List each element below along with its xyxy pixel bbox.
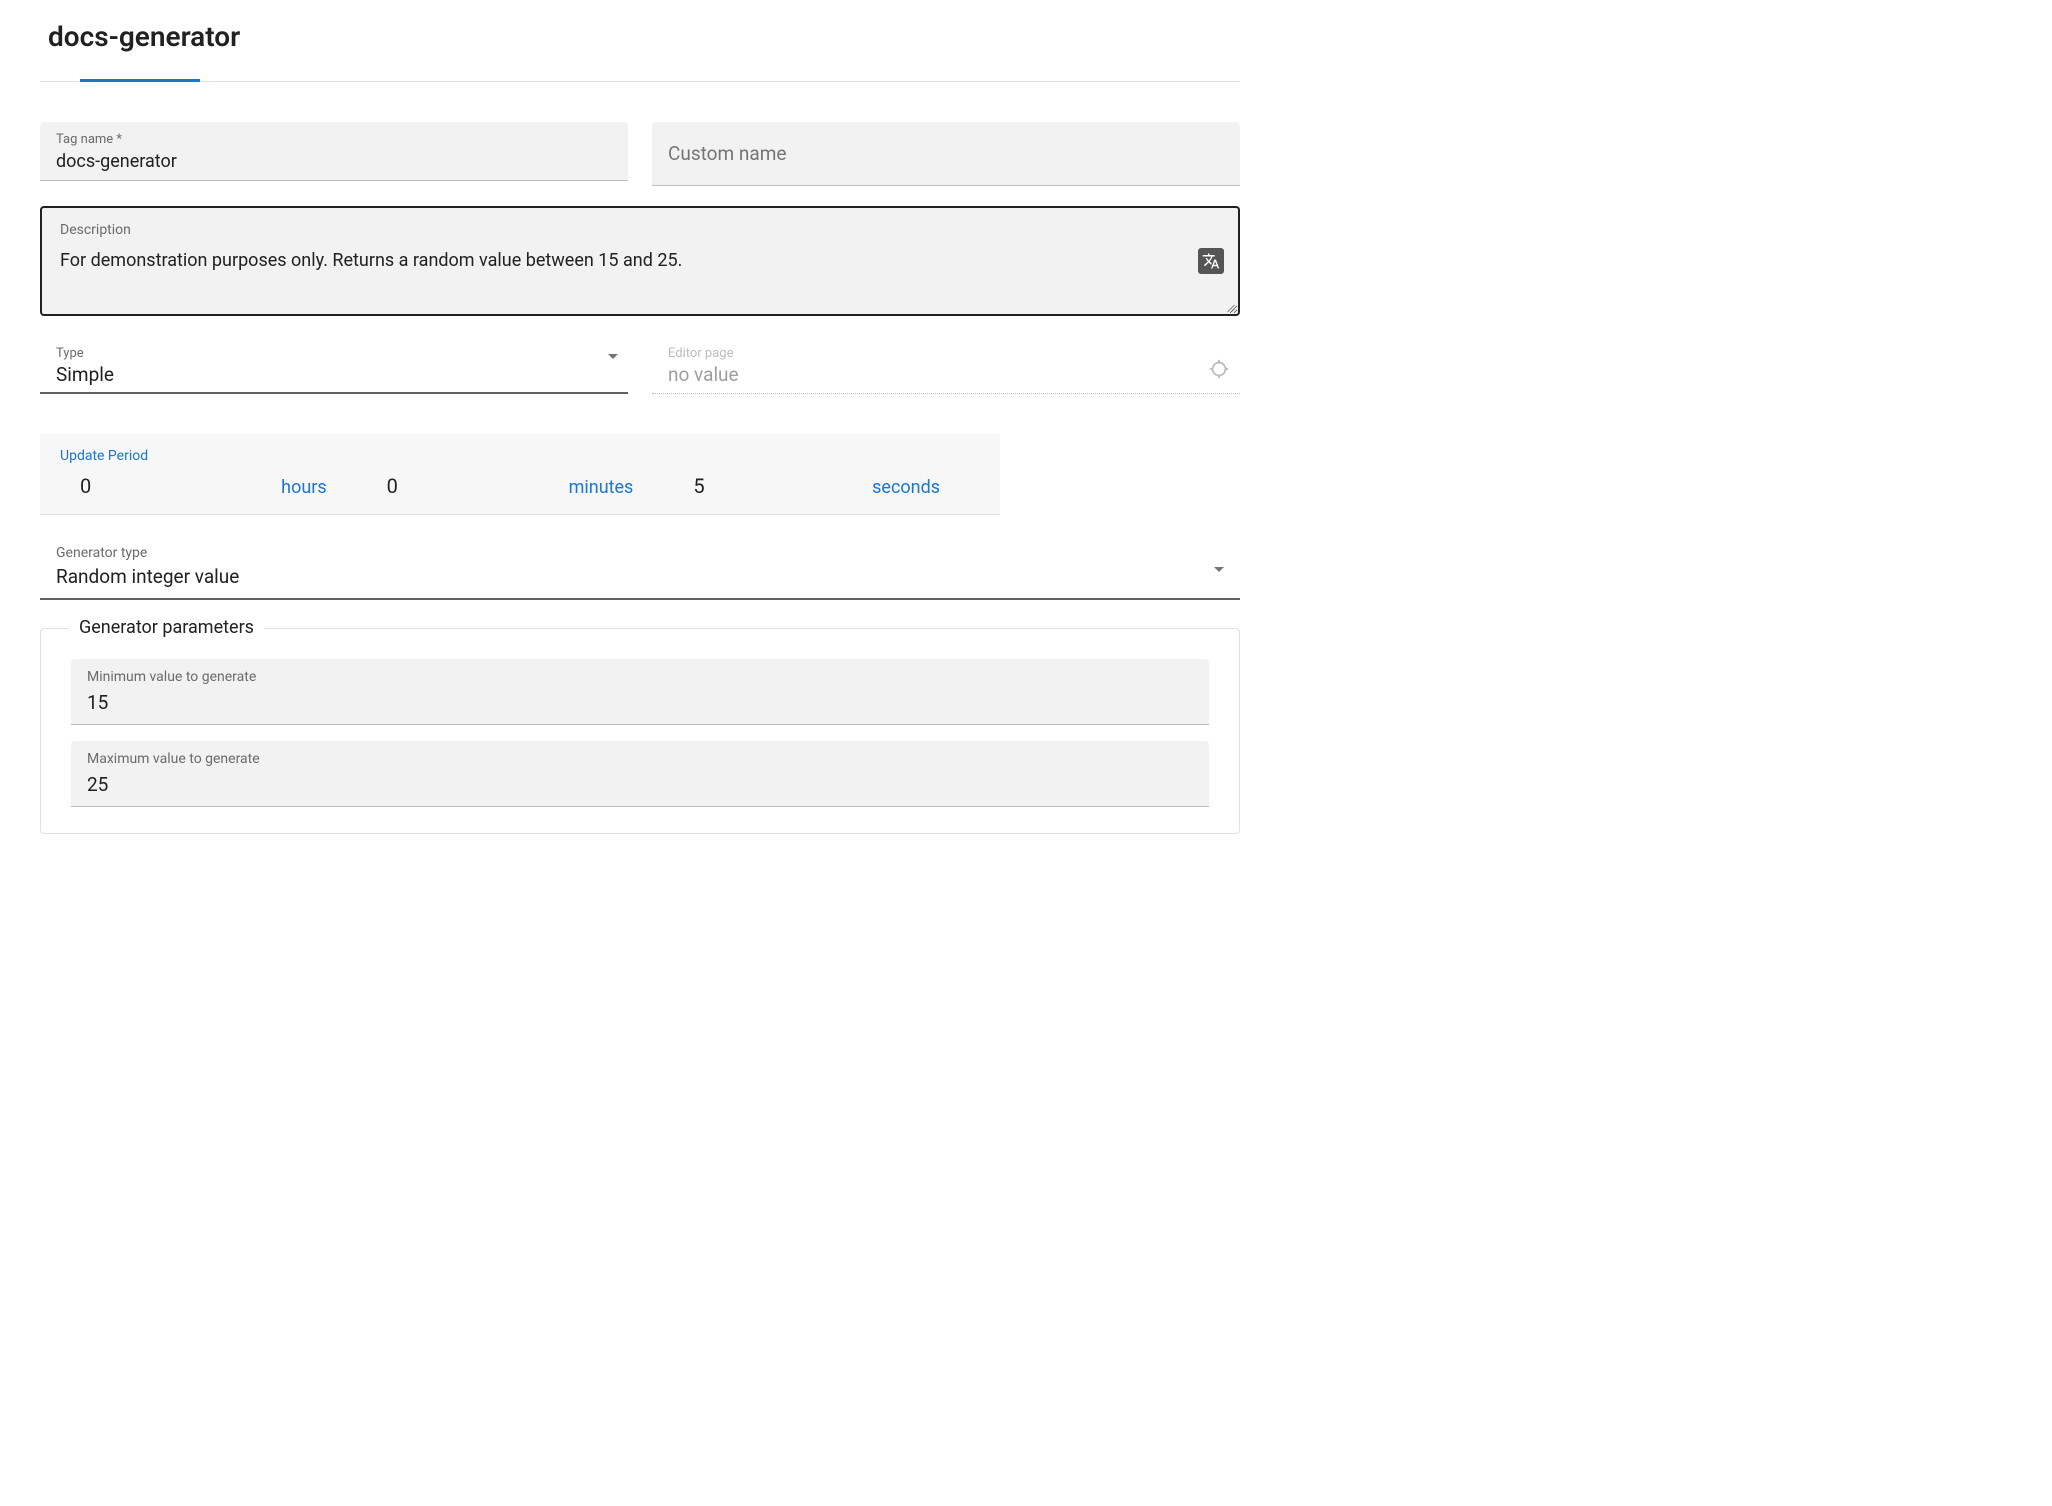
max-value-field[interactable]: Maximum value to generate 25 [71, 741, 1209, 807]
resize-handle-icon[interactable] [1224, 300, 1236, 312]
generator-parameters-fieldset: Generator parameters Minimum value to ge… [40, 628, 1240, 834]
editor-page-field: Editor page no value [652, 340, 1240, 394]
update-period-section: Update Period 0 hours 0 minutes 5 second… [40, 434, 1000, 515]
chevron-down-icon [1214, 567, 1224, 572]
update-period-label: Update Period [60, 448, 980, 464]
type-label: Type [56, 346, 620, 361]
description-text: For demonstration purposes only. Returns… [60, 248, 1220, 273]
tag-name-field[interactable]: Tag name * docs-generator [40, 122, 628, 181]
description-field[interactable]: Description For demonstration purposes o… [40, 206, 1240, 316]
minutes-input[interactable]: 0 [367, 474, 467, 498]
custom-name-field[interactable]: Custom name [652, 122, 1240, 186]
max-value-label: Maximum value to generate [87, 751, 1193, 767]
min-value-label: Minimum value to generate [87, 669, 1193, 685]
generator-type-label: Generator type [56, 545, 1232, 561]
max-value: 25 [87, 773, 108, 796]
tab-indicator [80, 79, 200, 82]
hours-input[interactable]: 0 [60, 474, 160, 498]
description-label: Description [60, 222, 1220, 238]
tab-bar [40, 81, 1240, 82]
translate-icon[interactable] [1198, 248, 1224, 274]
tag-name-label: Tag name * [56, 132, 612, 147]
tag-name-value: docs-generator [56, 151, 612, 172]
min-value: 15 [87, 691, 108, 714]
editor-page-value: no value [668, 363, 739, 386]
generator-type-select[interactable]: Generator type Random integer value [40, 539, 1240, 600]
hours-unit: hours [281, 477, 367, 498]
seconds-input[interactable]: 5 [673, 474, 773, 498]
type-select[interactable]: Type Simple [40, 340, 628, 394]
custom-name-placeholder: Custom name [668, 142, 786, 165]
generator-type-value: Random integer value [56, 565, 239, 588]
target-icon [1208, 358, 1230, 380]
generator-parameters-legend: Generator parameters [69, 617, 264, 638]
page-title: docs-generator [48, 20, 1240, 53]
seconds-unit: seconds [872, 477, 980, 498]
chevron-down-icon [608, 354, 618, 359]
min-value-field[interactable]: Minimum value to generate 15 [71, 659, 1209, 725]
editor-page-label: Editor page [668, 346, 1232, 361]
minutes-unit: minutes [569, 477, 674, 498]
type-value: Simple [56, 363, 114, 386]
